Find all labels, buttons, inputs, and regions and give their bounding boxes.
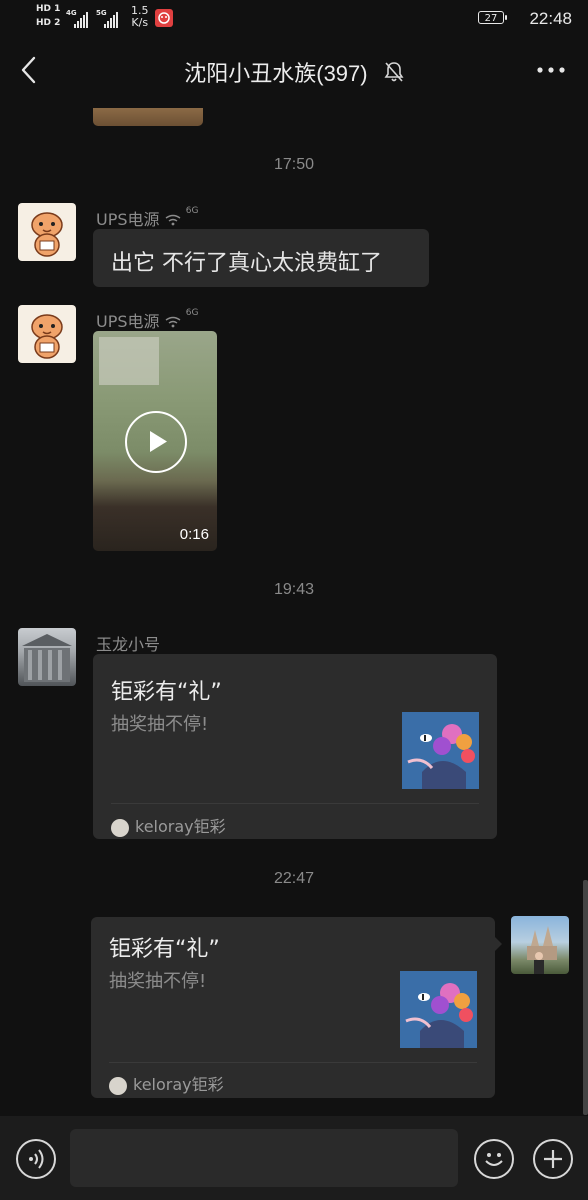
wifi-icon [165,313,181,332]
chat-title: 沈阳小丑水族(397) [0,56,588,89]
sim1-label: HD 1 [36,4,61,14]
video-duration: 0:16 [179,526,209,543]
card-source: keloray钜彩 [111,813,226,837]
video-frame-detail [99,337,159,385]
bell-off-icon [384,61,404,89]
bubble-tail [495,937,502,951]
tiger-avatar-icon [31,212,63,257]
sender-name: 玉龙小号 [96,635,161,654]
status-bar: HD 1 HD 2 4G 5G 1.5 K/s 27 22:48 [0,0,588,36]
card-divider [109,1062,477,1063]
net-speed: 1.5 K/s [131,5,149,29]
card-description: 抽奖抽不停! [111,714,209,735]
message-text: 出它 不行了真心太浪费缸了 [111,251,382,276]
battery-icon: 27 [478,11,507,24]
card-thumbnail [400,971,477,1048]
clock: 22:48 [529,9,572,28]
signal1-icon [74,9,89,28]
card-source: keloray钜彩 [109,1071,224,1095]
app-notification-icon [155,9,173,27]
avatar[interactable] [18,628,76,686]
more-icon[interactable] [536,62,566,76]
sender-name-text: UPS电源 [96,210,160,229]
my-avatar[interactable] [511,916,569,974]
sender-name: UPS电源 6G [96,308,198,332]
tiger-avatar-icon [31,314,63,359]
text-bubble[interactable]: 出它 不行了真心太浪费缸了 [93,229,429,287]
group-name: 沈阳小丑水族(397) [184,61,368,86]
net-speed-unit: K/s [131,16,149,29]
wifi-icon [165,211,181,230]
sender-name-text: UPS电源 [96,312,160,331]
card-title: 钜彩有“礼” [109,937,220,962]
source-logo-icon [111,818,129,837]
emoji-icon[interactable] [474,1139,514,1179]
video-message[interactable]: 0:16 [93,331,217,551]
card-source-name: keloray钜彩 [133,1075,224,1094]
building-avatar-icon [22,634,72,682]
card-thumbnail [402,712,479,789]
card-title: 钜彩有“礼” [111,680,222,705]
sender-name: UPS电源 6G [96,206,198,230]
sim2-label: HD 2 [36,18,61,28]
plus-icon[interactable] [533,1139,573,1179]
voice-icon[interactable] [16,1139,56,1179]
avatar[interactable] [18,305,76,363]
scrollbar[interactable] [583,880,588,1115]
link-card[interactable]: 钜彩有“礼” 抽奖抽不停! keloray钜彩 [91,917,502,1098]
timestamp: 22:47 [273,870,315,887]
previous-image-message[interactable] [93,108,203,126]
timestamp: 17:50 [273,156,315,173]
timestamp: 19:43 [273,581,315,598]
avatar[interactable] [18,203,76,261]
card-divider [111,803,479,804]
source-logo-icon [109,1076,127,1095]
network-label: 6G [185,308,199,318]
card-description: 抽奖抽不停! [109,971,207,992]
link-card[interactable]: 钜彩有“礼” 抽奖抽不停! keloray钜彩 [93,654,497,839]
signal2-icon [104,9,119,28]
play-icon[interactable] [125,411,187,473]
network-label: 6G [185,206,199,216]
card-source-name: keloray钜彩 [135,817,226,836]
castle-avatar-icon [527,926,557,974]
message-input[interactable] [70,1129,458,1187]
